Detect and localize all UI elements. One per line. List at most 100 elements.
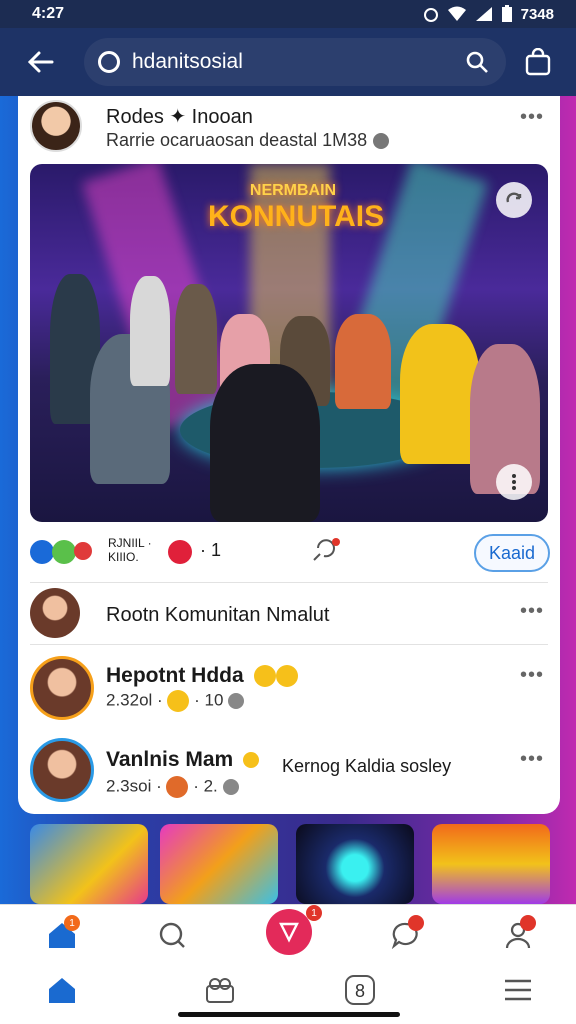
- list-item-title: Hepotnt Hdda: [106, 664, 298, 688]
- emoji-icon: [253, 665, 276, 688]
- status-icons: 7348: [423, 5, 554, 23]
- image-options-button[interactable]: [496, 464, 532, 500]
- group-avatar: [30, 656, 94, 720]
- author-avatar[interactable]: [30, 100, 82, 152]
- love-reaction-icon[interactable]: [74, 542, 92, 560]
- list-item[interactable]: Rootn Komunitan Nmalut •••: [30, 586, 550, 642]
- thumbnail-card[interactable]: [30, 824, 148, 904]
- nav-messages[interactable]: [384, 913, 428, 957]
- list-item-meta-left: 2.32ol ·: [106, 690, 163, 710]
- reaction-badge-icon: [168, 540, 192, 564]
- app-icon-label: 8: [355, 981, 365, 1001]
- sys-nav-people[interactable]: [198, 968, 242, 1012]
- list-item-title-text: Vanlnis Mam: [106, 748, 234, 771]
- share-image-button[interactable]: [496, 182, 532, 218]
- search-bar[interactable]: [84, 38, 506, 86]
- thumbnail-card[interactable]: [432, 824, 550, 904]
- notification-badge: 1: [306, 905, 322, 921]
- person-figure: [335, 314, 391, 409]
- list-item[interactable]: Vanlnis Mam Kernog Kaldia sosley 2.3soi …: [30, 736, 550, 806]
- app-logo-icon: [98, 51, 120, 73]
- sys-nav-home[interactable]: [40, 968, 84, 1012]
- reactions-row: RJNIIL · KIIIO. · 1 Kaaid: [30, 532, 550, 574]
- shopping-bag-button[interactable]: [520, 44, 556, 80]
- search-input[interactable]: [132, 50, 462, 74]
- status-right-text: 7348: [520, 5, 554, 23]
- shopping-bag-icon: [525, 48, 551, 76]
- emoji-icon: [243, 752, 260, 769]
- app-bar: [0, 28, 576, 96]
- list-item-title: Rootn Komunitan Nmalut: [106, 604, 330, 626]
- list-item-meta: 2.3soi · · 2.: [106, 776, 239, 798]
- list-item-more-button[interactable]: •••: [520, 600, 544, 623]
- share-icon: [506, 192, 522, 203]
- group-avatar: [30, 588, 80, 638]
- battery-icon: [501, 5, 512, 22]
- emoji-icon: [275, 665, 298, 688]
- more-vertical-icon: [512, 474, 516, 490]
- list-item-more-button[interactable]: •••: [520, 664, 544, 687]
- post-author-name[interactable]: Rodes ✦ Inooan: [106, 104, 253, 129]
- privacy-icon: [228, 693, 245, 709]
- nav-home[interactable]: 1: [40, 913, 84, 957]
- person-figure: [175, 284, 217, 394]
- signal-icon: [475, 7, 492, 21]
- list-item-meta-left: 2.3soi ·: [106, 776, 162, 796]
- smile-reaction-icon[interactable]: [52, 540, 76, 564]
- reactions-text: RJNIIL · KIIIO.: [108, 536, 152, 564]
- nav-create[interactable]: 1: [266, 905, 322, 955]
- post-image[interactable]: NERMBAIN KONNUTAIS: [30, 164, 548, 522]
- people-icon: [206, 978, 234, 1003]
- post-subtitle-text: Rarrie ocaruaosan deastal 1M38: [106, 130, 368, 150]
- reactions-text-line2: KIIIO.: [108, 550, 139, 564]
- back-button[interactable]: [16, 38, 64, 86]
- notification-badge: [520, 915, 536, 931]
- app-icon: 8: [345, 975, 375, 1005]
- join-button[interactable]: Kaaid: [474, 534, 550, 572]
- list-item[interactable]: Hepotnt Hdda 2.32ol · · 10 •••: [30, 656, 550, 720]
- bottom-nav: 1 1: [0, 904, 576, 962]
- home-icon: [49, 978, 75, 1003]
- post-card: Rodes ✦ Inooan Rarrie ocaruaosan deastal…: [18, 96, 560, 814]
- list-item-title: Vanlnis Mam: [106, 748, 260, 772]
- create-icon: [279, 922, 299, 943]
- sys-nav-app[interactable]: 8: [338, 968, 382, 1012]
- home-indicator[interactable]: [178, 1012, 400, 1017]
- image-sign-line2: KONNUTAIS: [208, 200, 385, 233]
- privacy-icon: [373, 133, 390, 150]
- comment-button[interactable]: [310, 538, 340, 564]
- thumbnail-row: [30, 824, 550, 904]
- system-nav: 8: [0, 962, 576, 1024]
- emoji-icon: [166, 776, 189, 798]
- image-sign: NERMBAIN KONNUTAIS: [208, 182, 385, 264]
- comment-icon: [313, 538, 340, 561]
- post-more-button[interactable]: •••: [520, 106, 544, 129]
- list-item-more-button[interactable]: •••: [520, 748, 544, 771]
- divider: [30, 644, 548, 645]
- explore-icon: [159, 922, 185, 948]
- back-arrow-icon: [27, 51, 54, 73]
- nav-profile[interactable]: [496, 913, 540, 957]
- thumbnail-card[interactable]: [296, 824, 414, 904]
- thumbnail-card[interactable]: [160, 824, 278, 904]
- search-icon: [466, 51, 488, 73]
- list-item-meta-right: · 2.: [193, 776, 218, 796]
- group-avatar: [30, 738, 94, 802]
- divider: [30, 582, 548, 583]
- person-figure: [210, 364, 320, 522]
- search-button[interactable]: [462, 47, 492, 77]
- like-reaction-icon[interactable]: [30, 540, 54, 564]
- wifi-icon: [447, 6, 466, 21]
- post-subtitle: Rarrie ocaruaosan deastal 1M38: [106, 130, 390, 151]
- status-time: 4:27: [32, 5, 65, 22]
- image-sign-line1: NERMBAIN: [249, 182, 337, 199]
- sys-nav-menu[interactable]: [496, 968, 540, 1012]
- list-item-meta-right: · 10: [194, 690, 224, 710]
- person-figure: [400, 324, 480, 464]
- privacy-icon: [222, 779, 239, 795]
- notification-badge: 1: [64, 915, 80, 931]
- alarm-icon: [423, 8, 438, 22]
- nav-explore[interactable]: [150, 913, 194, 957]
- status-bar: 4:27 7348: [0, 0, 576, 28]
- person-figure: [130, 276, 170, 386]
